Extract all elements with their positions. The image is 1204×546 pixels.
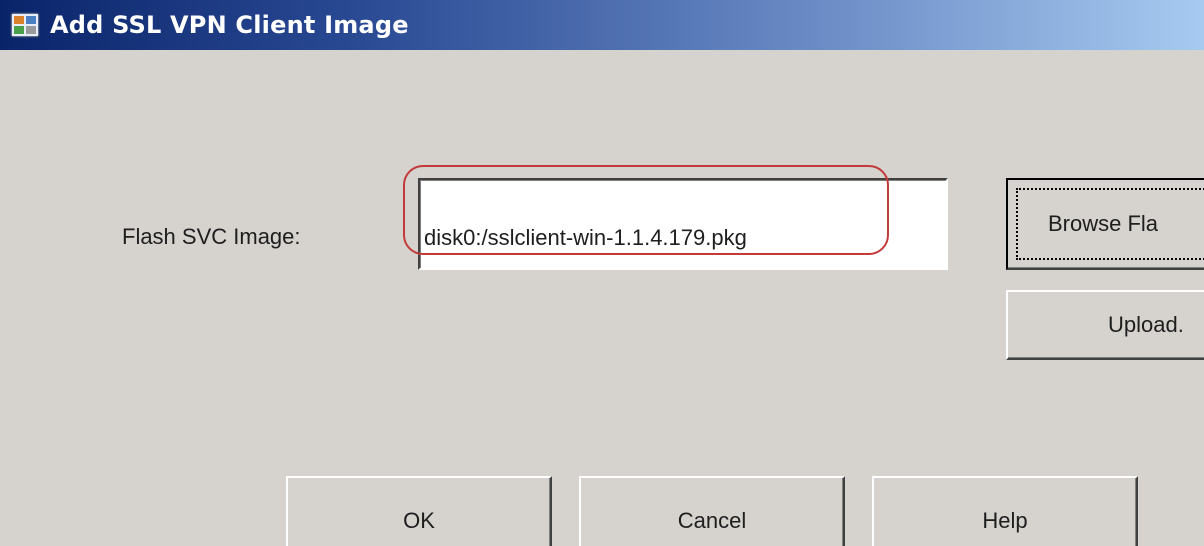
upload-button[interactable]: Upload. [1006,290,1204,360]
browse-flash-label: Browse Fla [1048,211,1159,236]
flash-svc-image-input[interactable] [418,178,948,270]
title-bar[interactable]: Add SSL VPN Client Image [0,0,1204,50]
upload-label: Upload. [1108,312,1184,337]
cancel-button[interactable]: Cancel [579,476,845,546]
window-title: Add SSL VPN Client Image [50,11,409,39]
add-ssl-vpn-client-image-dialog: Add SSL VPN Client Image Flash SVC Image… [0,0,1204,546]
browse-flash-button[interactable]: Browse Fla [1006,178,1204,270]
flash-svc-image-label: Flash SVC Image: [122,224,301,249]
app-icon [10,12,40,38]
help-label: Help [982,508,1028,533]
ok-label: OK [403,508,435,533]
cancel-label: Cancel [677,508,747,533]
help-button[interactable]: Help [872,476,1138,546]
ok-button[interactable]: OK [286,476,552,546]
